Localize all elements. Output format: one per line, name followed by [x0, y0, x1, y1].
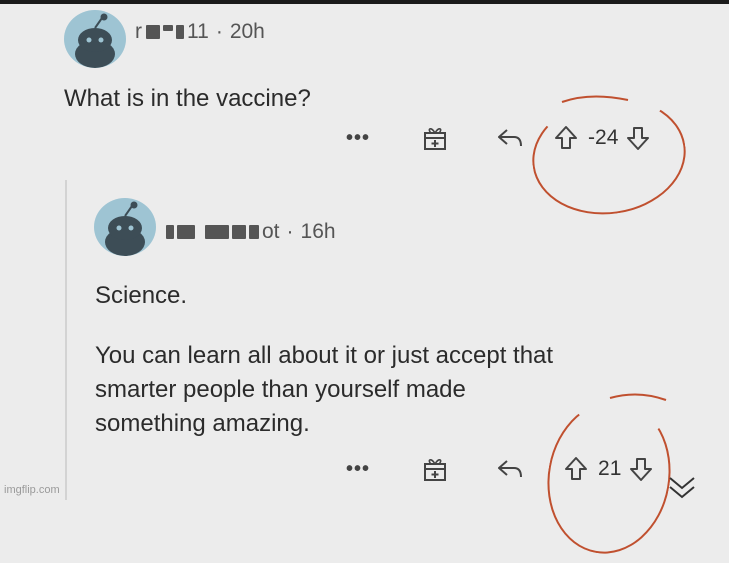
- watermark: imgflip.com: [4, 484, 60, 496]
- comment-text-line: You can learn all about it or just accep…: [95, 342, 554, 369]
- avatar[interactable]: [64, 10, 126, 68]
- username[interactable]: r 11: [135, 20, 209, 44]
- comment-text-line: smarter people than yourself made: [95, 376, 466, 403]
- reply-arrow-icon[interactable]: [496, 126, 524, 150]
- annotation-stroke: [609, 393, 667, 401]
- redacted-block: [176, 25, 184, 39]
- comment-text-first-paragraph: Science.: [95, 282, 188, 309]
- reply-arrow-icon[interactable]: [496, 457, 524, 481]
- redacted-block: [163, 25, 173, 31]
- comment-text: What is in the vaccine?: [64, 85, 311, 112]
- separator-dot: ·: [215, 20, 223, 43]
- comment-meta: r 11 · 20h: [135, 20, 265, 44]
- redacted-block: [205, 225, 229, 239]
- timestamp: 20h: [229, 20, 265, 43]
- award-gift-icon[interactable]: [422, 455, 448, 483]
- snoo-avatar-icon: [105, 201, 145, 256]
- collapse-chevron-icon[interactable]: [666, 468, 698, 500]
- redacted-block: [232, 225, 246, 239]
- username[interactable]: ot: [166, 220, 280, 244]
- redacted-block: [166, 225, 174, 239]
- avatar[interactable]: [94, 198, 156, 256]
- annotation-circle: [535, 390, 683, 563]
- redacted-block: [249, 225, 259, 239]
- redacted-block: [177, 225, 195, 239]
- comment-text-line: something amazing.: [95, 410, 310, 437]
- more-options-button[interactable]: •••: [346, 458, 370, 481]
- annotation-stroke: [561, 95, 629, 103]
- award-gift-icon[interactable]: [422, 124, 448, 152]
- redacted-block: [146, 25, 160, 39]
- separator-dot: ·: [286, 220, 294, 243]
- more-options-button[interactable]: •••: [346, 127, 370, 150]
- thread-line: [65, 180, 67, 500]
- comment-meta: ot · 16h: [166, 220, 336, 244]
- timestamp: 16h: [300, 220, 336, 243]
- snoo-avatar-icon: [75, 13, 115, 68]
- top-edge-bar: [0, 0, 729, 4]
